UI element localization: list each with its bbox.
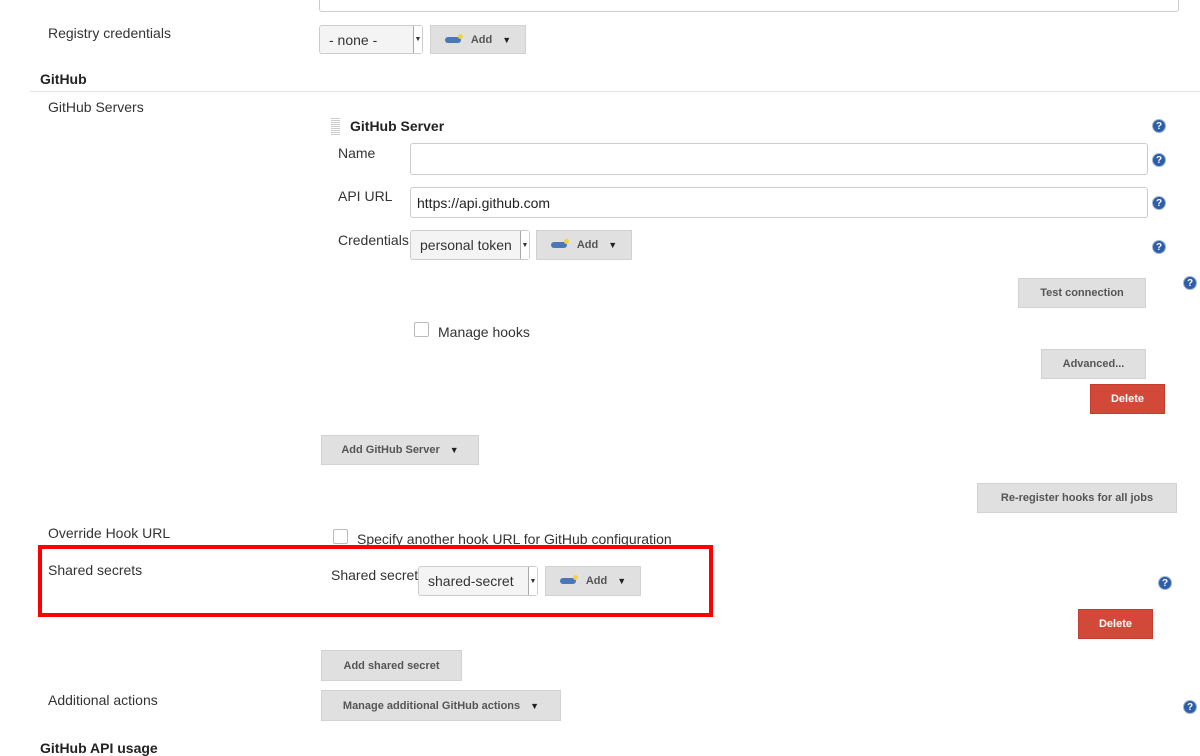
help-icon[interactable]: ?: [1183, 700, 1197, 714]
key-icon: [559, 575, 578, 584]
credentials-add-button[interactable]: Add ▼: [536, 230, 632, 260]
manage-hooks-checkbox[interactable]: [414, 322, 429, 337]
dropdown-arrow-icon: ▼: [528, 567, 537, 595]
add-github-server-button[interactable]: Add GitHub Server ▼: [321, 435, 479, 465]
credentials-select[interactable]: personal token ▼: [410, 230, 530, 260]
shared-secret-select-value: shared-secret: [428, 573, 514, 589]
manage-actions-label: Manage additional GitHub actions: [342, 699, 521, 712]
registry-credentials-label: Registry credentials: [48, 25, 171, 41]
delete-server-button[interactable]: Delete: [1090, 384, 1165, 414]
caret-down-icon: ▼: [608, 240, 618, 250]
help-icon[interactable]: ?: [1158, 576, 1172, 590]
dropdown-arrow-icon: ▼: [520, 231, 529, 259]
add-label: Add: [576, 239, 599, 251]
help-icon[interactable]: ?: [1152, 240, 1166, 254]
name-input[interactable]: [410, 143, 1148, 175]
registry-add-button[interactable]: Add ▼: [430, 25, 526, 54]
github-section-title: GitHub: [40, 71, 87, 87]
caret-down-icon: ▼: [530, 700, 540, 711]
help-icon[interactable]: ?: [1152, 153, 1166, 167]
github-api-usage-title: GitHub API usage: [40, 740, 158, 756]
delete-shared-secret-button[interactable]: Delete: [1078, 609, 1153, 639]
help-icon[interactable]: ?: [1152, 196, 1166, 210]
shared-secret-label: Shared secret: [331, 567, 419, 583]
credentials-select-value: personal token: [420, 237, 512, 253]
previous-field[interactable]: [319, 0, 1179, 12]
help-icon[interactable]: ?: [1152, 119, 1166, 133]
shared-secrets-label: Shared secrets: [48, 562, 143, 578]
github-servers-label: GitHub Servers: [48, 99, 144, 115]
github-server-title: GitHub Server: [350, 118, 445, 134]
manage-hooks-label: Manage hooks: [438, 324, 530, 340]
additional-actions-label: Additional actions: [48, 692, 158, 708]
caret-down-icon: ▼: [449, 445, 459, 455]
reregister-hooks-button[interactable]: Re-register hooks for all jobs: [977, 483, 1177, 513]
key-icon: [550, 239, 569, 248]
dropdown-arrow-icon: ▼: [413, 26, 422, 53]
add-server-label: Add GitHub Server: [341, 444, 440, 456]
shared-secret-add-button[interactable]: Add ▼: [545, 566, 641, 596]
add-label: Add: [470, 33, 493, 46]
manage-additional-actions-button[interactable]: Manage additional GitHub actions ▼: [321, 690, 561, 721]
key-icon: [444, 33, 463, 43]
shared-secret-select[interactable]: shared-secret ▼: [418, 566, 538, 596]
caret-down-icon: ▼: [617, 576, 627, 586]
add-label: Add: [585, 575, 608, 587]
drag-handle-icon[interactable]: [331, 117, 340, 135]
registry-credentials-select[interactable]: - none - ▼: [319, 25, 423, 54]
add-shared-secret-button[interactable]: Add shared secret: [321, 650, 462, 681]
name-label: Name: [338, 145, 376, 161]
override-hook-checkbox[interactable]: [333, 529, 348, 544]
advanced-button[interactable]: Advanced...: [1041, 349, 1146, 379]
test-connection-button[interactable]: Test connection: [1018, 278, 1146, 308]
credentials-label: Credentials: [338, 232, 409, 248]
override-hook-url-label: Override Hook URL: [48, 525, 171, 541]
api-url-label: API URL: [338, 188, 393, 204]
help-icon[interactable]: ?: [1183, 276, 1197, 290]
api-url-input[interactable]: [410, 187, 1148, 218]
divider: [30, 91, 1200, 92]
registry-select-value: - none -: [329, 31, 378, 48]
caret-down-icon: ▼: [502, 34, 512, 45]
